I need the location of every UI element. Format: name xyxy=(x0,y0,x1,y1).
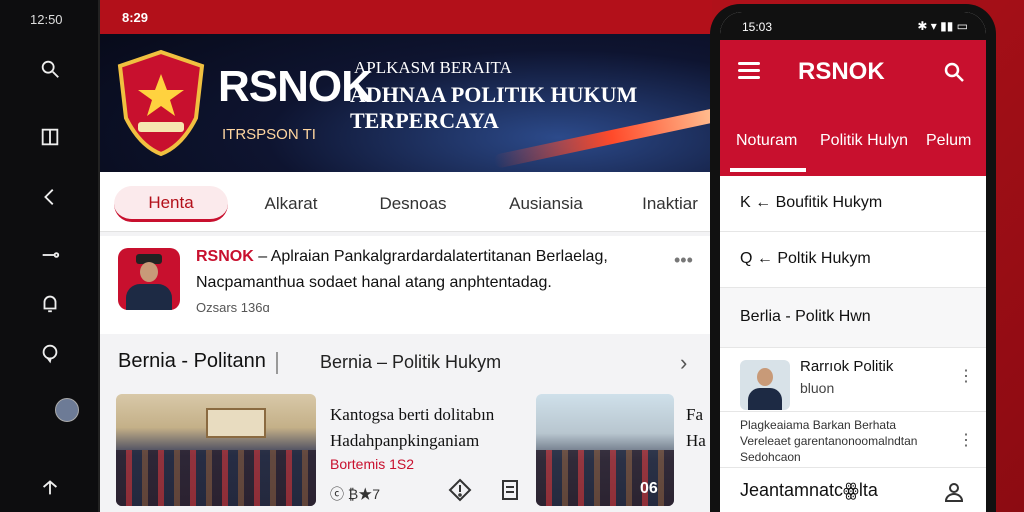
key-icon[interactable] xyxy=(37,242,63,268)
search-icon[interactable] xyxy=(942,60,966,84)
phone-mockup: 15:03 ✱ ▾ ▮▮ ▭ RSNOK Notuɾam Politik Hul… xyxy=(710,4,996,512)
tab-desnoas[interactable]: Desnoas xyxy=(366,186,460,222)
status-time: 8:29 xyxy=(122,10,149,25)
main-panel: 8:29 RSNOK APLKASM BERAITA ADHNAA POLITI… xyxy=(100,0,712,512)
info-icon[interactable] xyxy=(448,478,472,502)
phone-desc-row[interactable]: Plagkeaiama Barkan Berhata Vereleaet gar… xyxy=(720,412,986,468)
bell-icon[interactable] xyxy=(37,290,63,316)
tab-henta[interactable]: Henta xyxy=(114,186,228,222)
bottom-label[interactable]: Jeantamnatcꙮlta xyxy=(740,480,878,501)
post-thumbnail xyxy=(118,248,180,310)
article-title[interactable]: Kantogsa berti dolitabın Hadahpanpkingan… xyxy=(330,402,494,454)
phone-list-item[interactable]: Q ← Poltik Hukym xyxy=(720,232,986,288)
desc-line-1: Plagkeaiama Barkan Berhata xyxy=(740,418,897,432)
post-subline: Nacpamanthua sodaet hanal atang anphtent… xyxy=(196,274,552,291)
category-tabs: Henta Alkarat Desnoas Ausiansia Inaktiar xyxy=(100,172,712,232)
article-stats: ⓒ ₿★7 xyxy=(330,486,381,502)
phone-time: 15:03 xyxy=(742,20,773,34)
back-icon[interactable] xyxy=(37,184,63,210)
phone-tab-3[interactable]: Pelum xyxy=(926,132,971,150)
share-icon[interactable] xyxy=(37,474,63,500)
profile-name: Rarrıok Politik xyxy=(800,358,894,375)
photo-badge: 06 xyxy=(640,480,658,497)
chat-icon[interactable] xyxy=(37,340,63,366)
chevron-right-icon[interactable]: › xyxy=(680,350,687,376)
rail-clock: 12:50 xyxy=(30,12,63,27)
post-headline-rest: – Aplraian Pankalgrardardalatertitanan B… xyxy=(253,248,608,265)
profile-sub: bluon xyxy=(800,380,835,396)
kebab-menu-icon[interactable]: ⋮ xyxy=(958,366,974,386)
desc-line-3: Sedohcaon xyxy=(740,450,801,464)
desc-line-2: Vereleaet garentanonoomalndtan xyxy=(740,434,918,448)
brand-name: RSNOK xyxy=(218,62,373,111)
menu-icon[interactable] xyxy=(738,62,760,80)
avatar xyxy=(740,360,790,410)
sponsor-label: ITRSPSON TI xyxy=(222,126,316,143)
phone-tab-2[interactable]: Politik Hulyn xyxy=(820,132,908,150)
kebab-menu-icon[interactable]: ⋮ xyxy=(958,430,974,450)
tab-ausiansia[interactable]: Ausiansia xyxy=(496,186,596,222)
phone-profile-row[interactable]: Rarrıok Politik bluon ⋮ xyxy=(720,348,986,412)
post-headline: RSNOK – Aplraian Pankalgrardardalatertit… xyxy=(196,248,608,266)
tagline-line-2: ADHNAA POLITIK HUKUM TERPERCAYA xyxy=(350,82,638,133)
layout-icon[interactable] xyxy=(37,124,63,150)
emblem-logo xyxy=(117,49,205,157)
search-icon[interactable] xyxy=(37,56,63,82)
status-bar: 8:29 xyxy=(100,0,712,34)
phone-status-bar: 15:03 ✱ ▾ ▮▮ ▭ xyxy=(720,12,986,40)
hero-banner: 8:29 RSNOK APLKASM BERAITA ADHNAA POLITI… xyxy=(100,0,712,172)
article-photo[interactable] xyxy=(116,394,316,506)
more-options-icon[interactable]: ••• xyxy=(674,250,693,271)
section-header: Bernia - Politann Bernia – Politik Hukym… xyxy=(100,340,712,386)
tab-alkarat[interactable]: Alkarat xyxy=(246,186,336,222)
featured-post[interactable]: RSNOK – Aplraian Pankalgrardardalatertit… xyxy=(100,236,712,334)
tab-inaktiar[interactable]: Inaktiar xyxy=(630,186,710,222)
post-meta: Ozsars 136ɑ xyxy=(196,300,270,315)
phone-tab-1[interactable]: Notuɾam xyxy=(736,132,797,150)
bookmark-icon[interactable] xyxy=(498,478,522,502)
phone-app-header: RSNOK Notuɾam Politik Hulyn Pelum xyxy=(720,40,986,176)
left-rail: 12:50 xyxy=(0,0,100,512)
section-divider xyxy=(276,352,278,374)
section-subtitle[interactable]: Bernia – Politik Hukym xyxy=(320,352,501,373)
clipped-article-title: Fa Ha xyxy=(686,405,706,450)
phone-screen: 15:03 ✱ ▾ ▮▮ ▭ RSNOK Notuɾam Politik Hul… xyxy=(720,12,986,512)
active-tab-indicator xyxy=(730,168,806,172)
phone-list-item[interactable]: Berlia - Politk Hwn xyxy=(720,288,986,348)
phone-app-title: RSNOK xyxy=(798,58,885,85)
tagline-line-1: APLKASM BERAITA xyxy=(354,58,512,77)
section-title: Bernia - Politann xyxy=(118,350,266,372)
user-icon[interactable] xyxy=(942,480,966,504)
signal-icons: ✱ ▾ ▮▮ ▭ xyxy=(917,19,968,33)
profile-avatar[interactable] xyxy=(55,398,79,422)
phone-list-item[interactable]: K ← Boufitik Hukym xyxy=(720,176,986,232)
article-date: Bortemis 1S2 xyxy=(330,456,415,472)
post-source: RSNOK xyxy=(196,248,254,265)
